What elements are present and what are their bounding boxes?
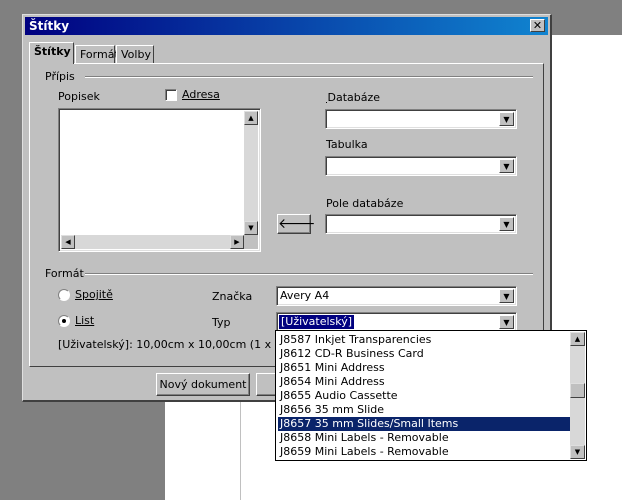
close-button[interactable]: ✕ [530, 19, 545, 32]
dropdown-arrow-icon: ▼ [503, 318, 510, 327]
list-item[interactable]: J8587 Inkjet Transparencies [278, 333, 571, 347]
tabulka-dropdown-button[interactable]: ▼ [499, 159, 514, 173]
tab-volby-label: Volby [121, 48, 151, 61]
scroll-left-button[interactable]: ◀ [61, 235, 75, 249]
dropdown-arrow-icon: ▼ [503, 115, 510, 124]
tab-stitky-label: Štítky [34, 45, 71, 58]
znacka-dropdown-button[interactable]: ▼ [499, 289, 514, 303]
new-document-button[interactable]: Nový dokument [156, 373, 250, 396]
list-item[interactable]: J8659 Mini Labels - Removable [278, 445, 571, 459]
typ-dropdown-button[interactable]: ▼ [499, 315, 514, 329]
databaze-combobox[interactable]: ▼ [325, 109, 517, 129]
scroll-corner [244, 235, 258, 249]
databaze-label-text: Databáze [327, 91, 381, 104]
label-size-info: [Uživatelský]: 10,00cm x 10,00cm (1 x 1) [58, 338, 286, 351]
list-radio[interactable] [58, 315, 70, 327]
scroll-down-button[interactable]: ▼ [244, 221, 258, 235]
databaze-dropdown-button[interactable]: ▼ [499, 112, 514, 126]
dropdown-scroll-down-button[interactable]: ▼ [570, 445, 585, 459]
adresa-checkbox[interactable] [165, 89, 177, 101]
tab-format-label: Formát [80, 48, 119, 61]
dropdown-scroll-up-button[interactable]: ▲ [570, 332, 585, 346]
popisek-textarea[interactable]: ▲ ▼ ◀ ▶ [58, 108, 261, 252]
vertical-scrollbar-track[interactable] [244, 111, 258, 235]
list-item[interactable]: J8612 CD-R Business Card [278, 347, 571, 361]
popisek-label: Popisek [58, 90, 100, 103]
tab-stitky[interactable]: Štítky [29, 42, 74, 64]
znacka-combobox[interactable]: Avery A4 ▼ [276, 286, 517, 306]
list-label[interactable]: List [75, 314, 94, 327]
scroll-up-button[interactable]: ▲ [244, 111, 258, 125]
scroll-right-icon: ▶ [234, 238, 240, 246]
list-item[interactable]: J8658 Mini Labels - Removable [278, 431, 571, 445]
list-item[interactable]: J8656 35 mm Slide [278, 403, 571, 417]
spojite-label[interactable]: Spojitě [75, 288, 113, 301]
typ-combobox[interactable]: [Uživatelský] ▼ [276, 312, 517, 332]
typ-dropdown-list[interactable]: J8587 Inkjet Transparencies J8612 CD-R B… [275, 330, 587, 461]
title-bar: Štítky ✕ [25, 17, 548, 35]
tabulka-label: Tabulka [326, 138, 368, 151]
scroll-down-icon: ▼ [248, 224, 254, 232]
scroll-down-icon: ▼ [574, 448, 581, 456]
dropdown-arrow-icon: ▼ [503, 162, 510, 171]
databaze-label: DDatabáze [326, 91, 381, 104]
left-arrow-icon: 🡐 [278, 216, 316, 232]
pripis-group-label: Přípis [45, 70, 75, 83]
format-group-line [85, 273, 533, 275]
dialog-title: Štítky [29, 19, 70, 33]
scroll-up-icon: ▲ [574, 335, 581, 343]
pole-databaze-dropdown-button[interactable]: ▼ [499, 217, 514, 231]
scroll-up-icon: ▲ [248, 114, 254, 122]
typ-label: Typ [212, 316, 231, 329]
dropdown-arrow-icon: ▼ [503, 220, 510, 229]
tab-format[interactable]: Formát [75, 45, 119, 63]
new-document-label: Nový dokument [159, 378, 247, 391]
list-item-highlighted[interactable]: J8657 35 mm Slides/Small Items [278, 417, 571, 431]
list-item[interactable]: J8655 Audio Cassette [278, 389, 571, 403]
pole-databaze-combobox[interactable]: ▼ [325, 214, 517, 234]
tab-volby[interactable]: Volby [116, 45, 154, 63]
pole-databaze-label: Pole databáze [326, 197, 404, 210]
scroll-left-icon: ◀ [65, 238, 71, 246]
adresa-label[interactable]: Adresa [182, 88, 220, 101]
spojite-radio[interactable] [58, 289, 70, 301]
scroll-right-button[interactable]: ▶ [230, 235, 244, 249]
list-item[interactable]: J8654 Mini Address [278, 375, 571, 389]
dropdown-scroll-thumb[interactable] [570, 383, 585, 398]
insert-field-button[interactable]: 🡐 [277, 214, 316, 234]
list-item[interactable]: J8651 Mini Address [278, 361, 571, 375]
format-group-label: Formát [45, 267, 84, 280]
horizontal-scrollbar-track[interactable] [61, 235, 244, 249]
typ-value: [Uživatelský] [277, 314, 356, 330]
znacka-label: Značka [212, 290, 253, 303]
znacka-value: Avery A4 [280, 289, 330, 302]
tabulka-combobox[interactable]: ▼ [325, 156, 517, 176]
background-ruler-line [240, 402, 241, 500]
dropdown-arrow-icon: ▼ [503, 292, 510, 301]
close-icon: ✕ [532, 19, 543, 32]
pripis-group-line [85, 76, 533, 78]
